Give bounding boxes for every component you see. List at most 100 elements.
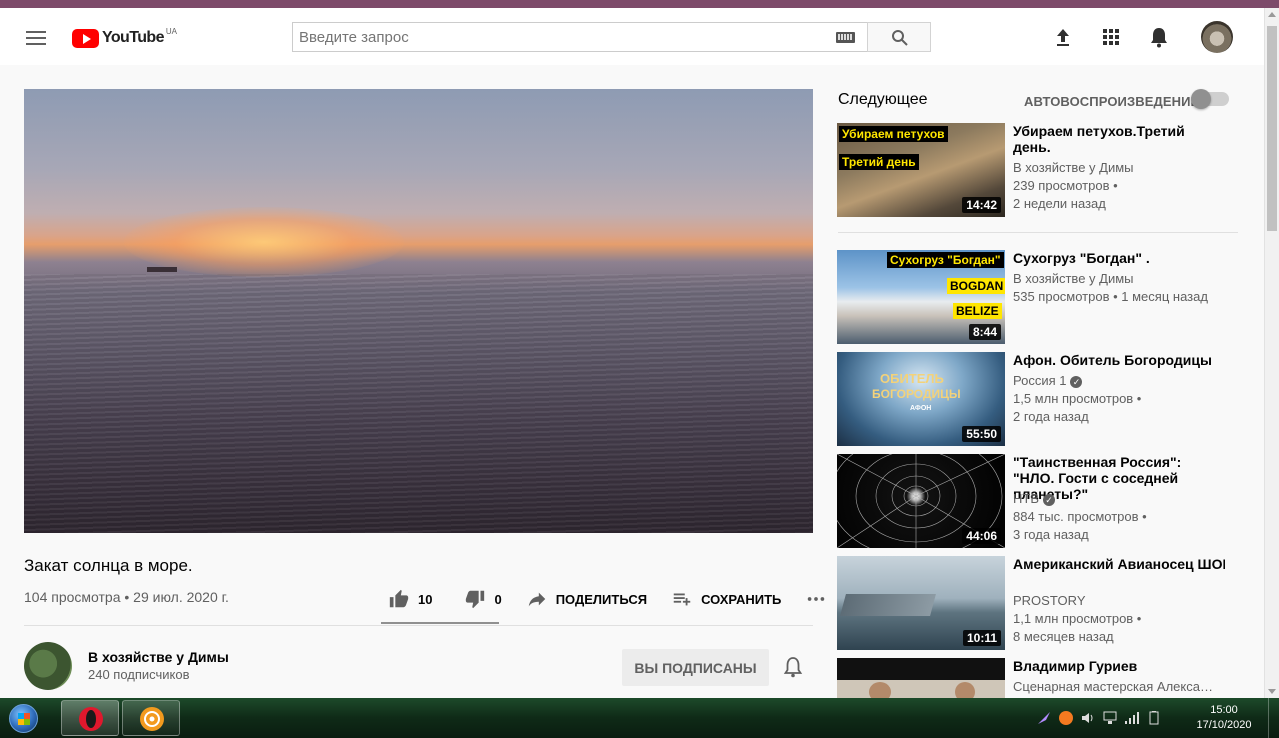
recommendation-item[interactable]: ОБИТЕЛЬ БОГОРОДИЦЫ АФОН 55:50 Афон. Обит…	[837, 352, 1237, 446]
dislike-button[interactable]: 0	[464, 588, 502, 610]
video-duration: 55:50	[962, 426, 1001, 442]
save-button[interactable]: СОХРАНИТЬ	[671, 588, 781, 610]
recommendation-views: 884 тыс. просмотров •	[1013, 509, 1147, 524]
channel-subscriber-count: 240 подписчиков	[88, 667, 190, 682]
system-tray	[1036, 708, 1162, 728]
windows-start-orb-icon	[9, 704, 38, 733]
youtube-play-icon	[72, 28, 99, 48]
more-horizontal-icon	[808, 597, 825, 601]
clock-date: 17/10/2020	[1196, 719, 1252, 731]
thumb-caption: BELIZE	[953, 303, 1002, 319]
thumb-caption: BOGDAN	[947, 278, 1005, 294]
scroll-up-arrow-icon[interactable]	[1268, 12, 1276, 17]
recommendation-channel: НТВ ✓	[1013, 490, 1233, 508]
channel-notification-bell-icon[interactable]	[782, 655, 804, 684]
share-icon	[528, 592, 545, 607]
taskbar-clock[interactable]: 15:00 17/10/2020	[1192, 703, 1256, 733]
keyboard-icon[interactable]	[836, 32, 855, 43]
search-icon	[892, 30, 908, 46]
apps-grid-icon[interactable]	[1099, 25, 1123, 49]
share-button[interactable]: ПОДЕЛИТЬСЯ	[526, 588, 647, 610]
video-duration: 10:11	[962, 630, 1001, 646]
taskbar-app-button[interactable]	[122, 700, 180, 736]
video-thumbnail[interactable]: Убираем петухов Третий день 14:42	[837, 123, 1005, 217]
feather-icon[interactable]	[1036, 710, 1052, 726]
like-count: 10	[418, 591, 433, 607]
steering-wheel-icon	[140, 707, 164, 731]
recommendation-item[interactable]: 44:06 "Таинственная Россия": "НЛО. Гости…	[837, 454, 1237, 548]
recommendation-title[interactable]: Афон. Обитель Богородицы	[1013, 352, 1225, 368]
video-views-date: 104 просмотра • 29 июл. 2020 г.	[24, 589, 229, 605]
like-button[interactable]: 10	[388, 588, 432, 610]
person-face	[955, 682, 975, 698]
avast-icon[interactable]	[1058, 710, 1074, 726]
recommendation-age: 2 недели назад	[1013, 196, 1106, 211]
youtube-logo[interactable]: YouTube UA	[72, 27, 177, 48]
notifications-bell-icon[interactable]	[1147, 25, 1171, 49]
save-label: СОХРАНИТЬ	[701, 591, 782, 607]
recommendation-title[interactable]: Владимир Гуриев	[1013, 658, 1225, 674]
channel-name-text: Россия 1	[1013, 373, 1067, 388]
video-thumbnail[interactable]: Сухогруз "Богдан" BOGDAN BELIZE 8:44	[837, 250, 1005, 344]
subscribed-button[interactable]: ВЫ ПОДПИСАНЫ	[622, 649, 769, 686]
like-sentiment-bar	[381, 622, 499, 624]
thumb-caption: Убираем петухов	[839, 126, 948, 142]
search-box	[292, 22, 868, 52]
sea-surface	[24, 274, 813, 533]
channel-name[interactable]: В хозяйстве у Димы	[88, 649, 229, 665]
thumb-caption: Сухогруз "Богдан"	[887, 252, 1004, 268]
user-avatar[interactable]	[1201, 21, 1233, 53]
page-scrollbar[interactable]	[1264, 8, 1279, 698]
video-thumbnail[interactable]: 44:06	[837, 454, 1005, 548]
thumbs-up-icon	[389, 589, 409, 608]
recommendation-age: 2 года назад	[1013, 409, 1089, 424]
recommendation-title[interactable]: Убираем петухов.Третий день.	[1013, 123, 1225, 155]
recommendation-item[interactable]: 10:11 Американский Авианосец ШОКИРОВАЛ М…	[837, 556, 1237, 650]
toggle-knob	[1191, 89, 1211, 109]
more-actions-button[interactable]	[805, 588, 827, 610]
network-icon[interactable]	[1102, 710, 1118, 726]
thumb-caption: БОГОРОДИЦЫ	[872, 387, 961, 401]
recommendation-title[interactable]: Сухогруз "Богдан" .	[1013, 250, 1225, 266]
divider	[24, 625, 813, 626]
masthead: YouTube UA	[0, 8, 1264, 65]
logo-text: YouTube	[102, 29, 164, 46]
video-duration: 8:44	[968, 324, 1001, 340]
scroll-thumb[interactable]	[1267, 26, 1277, 231]
thumb-caption: Третий день	[839, 154, 919, 170]
video-thumbnail[interactable]	[837, 658, 1005, 698]
recommendation-channel: В хозяйстве у Димы	[1013, 271, 1134, 286]
search-input[interactable]	[293, 23, 813, 51]
opera-icon	[79, 707, 103, 731]
recommendation-item[interactable]: Владимир Гуриев Сценарная мастерская Але…	[837, 658, 1237, 698]
browser-top-strip	[0, 0, 1279, 8]
menu-icon[interactable]	[26, 31, 46, 45]
search-button[interactable]	[867, 22, 931, 52]
recommendation-age: 3 года назад	[1013, 527, 1089, 542]
video-thumbnail[interactable]: ОБИТЕЛЬ БОГОРОДИЦЫ АФОН 55:50	[837, 352, 1005, 446]
scroll-down-arrow-icon[interactable]	[1268, 689, 1276, 694]
taskbar-opera-button[interactable]	[61, 700, 119, 736]
start-button[interactable]	[3, 700, 43, 736]
upload-icon[interactable]	[1051, 25, 1075, 49]
signal-strength-icon[interactable]	[1124, 710, 1140, 726]
recommendation-channel: PROSTORY	[1013, 593, 1086, 608]
playlist-add-icon	[673, 593, 691, 606]
video-player[interactable]	[24, 89, 813, 533]
volume-icon[interactable]	[1080, 710, 1096, 726]
video-thumbnail[interactable]: 10:11	[837, 556, 1005, 650]
windows-taskbar: 15:00 17/10/2020	[0, 698, 1279, 738]
recommendation-title[interactable]: Американский Авианосец ШОКИРОВАЛ Мир Сво…	[1013, 556, 1225, 572]
channel-avatar[interactable]	[24, 642, 72, 690]
recommendation-channel: В хозяйстве у Димы	[1013, 160, 1134, 175]
recommendation-item[interactable]: Сухогруз "Богдан" BOGDAN BELIZE 8:44 Сух…	[837, 250, 1237, 344]
show-desktop-button[interactable]	[1268, 698, 1279, 738]
dislike-count: 0	[494, 591, 502, 607]
recommendation-item[interactable]: Убираем петухов Третий день 14:42 Убирае…	[837, 123, 1237, 217]
autoplay-toggle[interactable]	[1191, 89, 1229, 109]
share-label: ПОДЕЛИТЬСЯ	[555, 591, 648, 607]
recommendation-age: 8 месяцев назад	[1013, 629, 1114, 644]
battery-icon[interactable]	[1146, 710, 1162, 726]
person-face	[869, 682, 891, 698]
video-actions: 10 0 ПОДЕЛИТЬСЯ СОХРАНИТЬ	[388, 587, 827, 611]
